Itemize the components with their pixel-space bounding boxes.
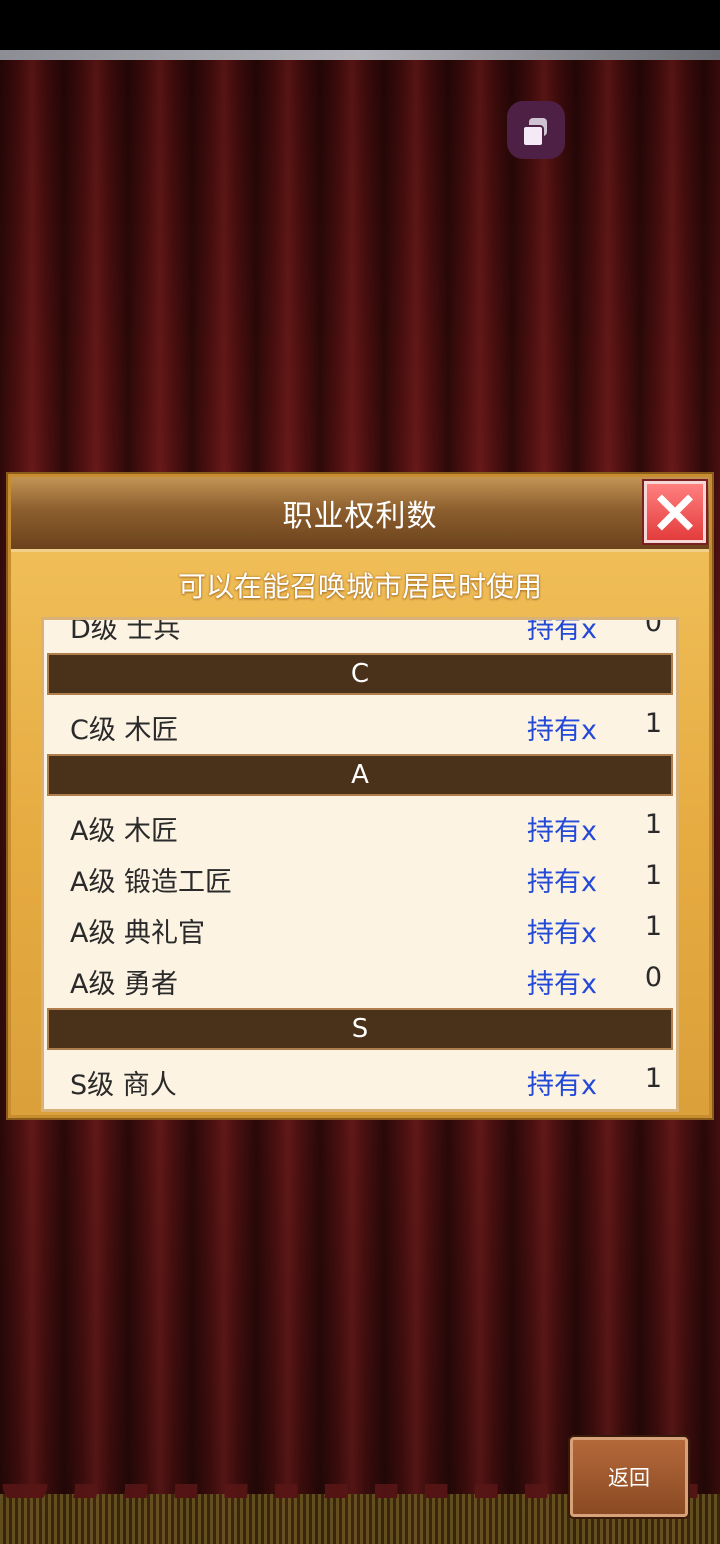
owned-label: 持有x [527,617,597,645]
profession-rights-dialog: 职业权利数 可以在能召唤城市居民时使用 D级 士兵 持有x 0 C C级 木匠 持有x 1 A… [8,474,712,1118]
profession-name: A级 锻造工匠 [70,867,233,898]
close-button[interactable] [642,479,708,545]
dialog-header: 职业权利数 [11,477,709,552]
dialog-subtitle: 可以在能召唤城市居民时使用 [177,570,542,603]
status-bar-divider [0,50,720,60]
profession-name: A级 典礼官 [70,918,206,949]
profession-name: A级 木匠 [70,816,179,847]
profession-name: S级 商人 [70,1070,177,1101]
owned-count: 0 [644,962,662,993]
section-header: S [47,1008,673,1050]
owned-count: 1 [644,911,662,942]
owned-count: 1 [644,809,662,840]
list-item[interactable]: A级 勇者 持有x 0 [44,953,676,1004]
list-item[interactable]: S级 商人 持有x 1 [44,1054,676,1105]
list-item[interactable]: A级 木匠 持有x 1 [44,800,676,851]
status-bar [0,0,720,50]
owned-count: 1 [644,708,662,739]
owned-label: 持有x [527,1070,597,1101]
list-item[interactable]: A级 典礼官 持有x 1 [44,902,676,953]
window-overlay-button[interactable] [507,101,565,159]
list-item[interactable]: D级 士兵 持有x 0 [44,617,676,649]
owned-count: 1 [644,1063,662,1094]
owned-count: 1 [644,860,662,891]
owned-label: 持有x [527,715,597,746]
owned-count: 0 [644,617,662,638]
owned-label: 持有x [527,816,597,847]
profession-list-content: D级 士兵 持有x 0 C C级 木匠 持有x 1 A A级 木匠 持有x 1 A级 锻造工匠 持有x 1… [44,617,676,1105]
section-header: C [47,653,673,695]
section-header: A [47,754,673,796]
owned-label: 持有x [527,969,597,1000]
return-button[interactable]: 返回 [570,1437,688,1517]
list-item[interactable]: A级 锻造工匠 持有x 1 [44,851,676,902]
owned-label: 持有x [527,918,597,949]
list-item[interactable]: C级 木匠 持有x 1 [44,699,676,750]
profession-name: A级 勇者 [70,969,179,1000]
window-overlay-icon-front [522,125,544,147]
dialog-title: 职业权利数 [282,499,438,534]
profession-name: C级 木匠 [70,715,179,746]
profession-name: D级 士兵 [70,617,181,645]
owned-label: 持有x [527,867,597,898]
profession-list[interactable]: D级 士兵 持有x 0 C C级 木匠 持有x 1 A A级 木匠 持有x 1 A级 锻造工匠 持有x 1… [41,617,679,1112]
